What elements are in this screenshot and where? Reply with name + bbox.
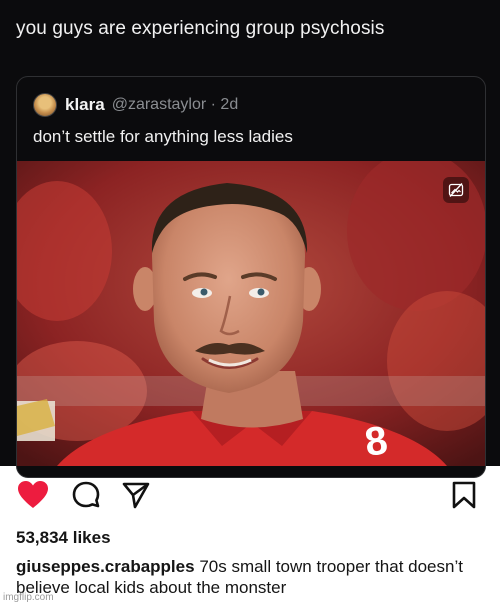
likes-count[interactable]: 53,834 likes (16, 528, 111, 548)
alt-text-icon[interactable] (443, 177, 469, 203)
caption-username[interactable]: giuseppes.crabapples (16, 557, 195, 576)
bookmark-icon[interactable] (451, 480, 477, 515)
quote-photo[interactable]: 8 (17, 161, 485, 466)
post-text: you guys are experiencing group psychosi… (16, 18, 385, 39)
quote-handle-time: @zarastaylor · 2d (111, 96, 239, 113)
share-icon[interactable] (121, 480, 151, 515)
quote-text: don’t settle for anything less ladies (33, 127, 293, 146)
post-action-bar (0, 466, 500, 526)
imgflip-watermark: imgflip.com (3, 592, 54, 603)
comment-icon[interactable] (71, 480, 101, 515)
quote-display-name[interactable]: klara (65, 95, 105, 115)
quote-header: klara @zarastaylor · 2d (33, 93, 238, 117)
tweet-screenshot: you guys are experiencing group psychosi… (0, 0, 500, 478)
heart-icon[interactable] (17, 480, 49, 515)
football-player-photo: 8 (17, 161, 485, 466)
post-caption: giuseppes.crabapples 70s small town troo… (16, 556, 486, 598)
avatar[interactable] (33, 93, 57, 117)
quote-tweet-card[interactable]: klara @zarastaylor · 2d don’t settle for… (16, 76, 486, 478)
